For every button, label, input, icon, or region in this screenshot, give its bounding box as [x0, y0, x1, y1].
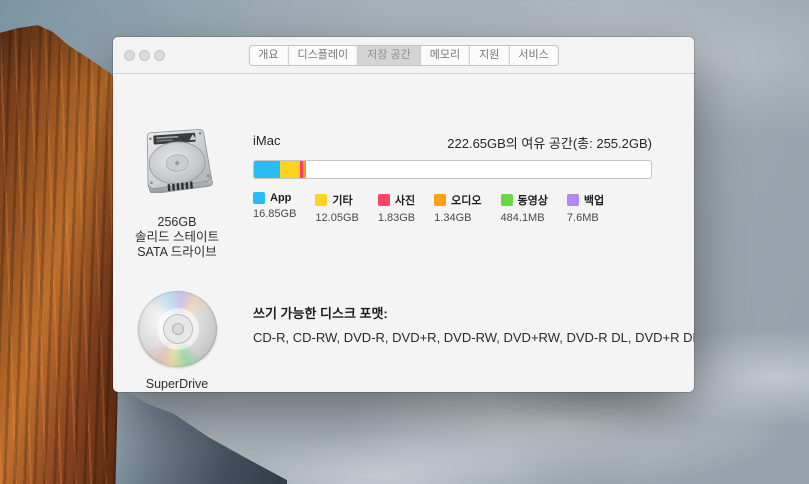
legend-item-3: 오디오 1.34GB — [434, 192, 481, 224]
legend-label: 백업 — [584, 192, 604, 208]
superdrive-disc-icon — [138, 291, 217, 367]
tab-overview[interactable]: 개요 — [249, 46, 288, 65]
internal-drive-label: 256GB 솔리드 스테이트 SATA 드라이브 — [118, 215, 236, 260]
about-this-mac-window: 개요 디스플레이 저장 공간 메모리 지원 서비스 — [113, 37, 694, 392]
disc-hole — [172, 323, 184, 335]
tab-storage[interactable]: 저장 공간 — [358, 46, 421, 65]
legend-label: 기타 — [332, 192, 352, 208]
legend-swatch — [253, 192, 265, 204]
free-space-summary: 222.65GB의 여유 공간(총: 255.2GB) — [447, 133, 652, 152]
storage-title-row: iMac 222.65GB의 여유 공간(총: 255.2GB) — [253, 133, 652, 152]
legend-value: 484.1MB — [501, 212, 548, 224]
legend-swatch — [434, 194, 446, 206]
writable-formats-title: 쓰기 가능한 디스크 포맷: — [253, 303, 388, 322]
bar-segment-0 — [254, 161, 280, 178]
writable-formats-list: CD-R, CD-RW, DVD-R, DVD+R, DVD-RW, DVD+R… — [253, 330, 694, 345]
superdrive-label: SuperDrive — [118, 377, 236, 391]
legend-item-1: 기타 12.05GB — [315, 192, 358, 224]
legend-value: 1.83GB — [378, 212, 415, 224]
legend-swatch — [378, 194, 390, 206]
legend-item-5: 백업 7.6MB — [567, 192, 604, 224]
wallpaper-cliff — [0, 0, 126, 484]
minimize-button[interactable] — [139, 50, 150, 61]
tab-support[interactable]: 지원 — [470, 46, 509, 65]
tab-bar: 개요 디스플레이 저장 공간 메모리 지원 서비스 — [248, 45, 558, 66]
tab-displays[interactable]: 디스플레이 — [289, 46, 359, 65]
legend-swatch — [501, 194, 513, 206]
legend-value: 7.6MB — [567, 212, 604, 224]
legend-item-2: 사진 1.83GB — [378, 192, 415, 224]
drive-type: 솔리드 스테이트 — [118, 230, 236, 245]
legend-value: 1.34GB — [434, 212, 481, 224]
zoom-button[interactable] — [154, 50, 165, 61]
hard-drive-icon — [139, 129, 215, 193]
device-name: iMac — [253, 133, 280, 152]
window-titlebar[interactable]: 개요 디스플레이 저장 공간 메모리 지원 서비스 — [113, 37, 694, 74]
legend-item-4: 동영상 484.1MB — [501, 192, 548, 224]
storage-usage-bar — [253, 160, 652, 179]
tab-service[interactable]: 서비스 — [509, 46, 557, 65]
legend-swatch — [315, 194, 327, 206]
legend-label: 동영상 — [518, 192, 548, 208]
close-button[interactable] — [124, 50, 135, 61]
wallpaper-mountain — [112, 386, 287, 484]
storage-legend: App 16.85GB 기타 12.05GB 사진 1.83GB 오디오 1.34GB 동영상 4… — [253, 192, 604, 224]
storage-panel: 256GB 솔리드 스테이트 SATA 드라이브 SuperDrive iMac… — [113, 74, 694, 392]
legend-value: 16.85GB — [253, 208, 296, 220]
legend-label: 오디오 — [451, 192, 481, 208]
drive-interface: SATA 드라이브 — [118, 245, 236, 260]
bar-segment-1 — [280, 161, 299, 178]
legend-label: App — [270, 192, 291, 204]
legend-value: 12.05GB — [315, 212, 358, 224]
legend-item-0: App 16.85GB — [253, 192, 296, 224]
desktop-wallpaper: 개요 디스플레이 저장 공간 메모리 지원 서비스 — [0, 0, 809, 484]
legend-label: 사진 — [395, 192, 415, 208]
tab-memory[interactable]: 메모리 — [421, 46, 470, 65]
traffic-lights — [124, 50, 165, 61]
legend-swatch — [567, 194, 579, 206]
drive-size: 256GB — [118, 215, 236, 230]
